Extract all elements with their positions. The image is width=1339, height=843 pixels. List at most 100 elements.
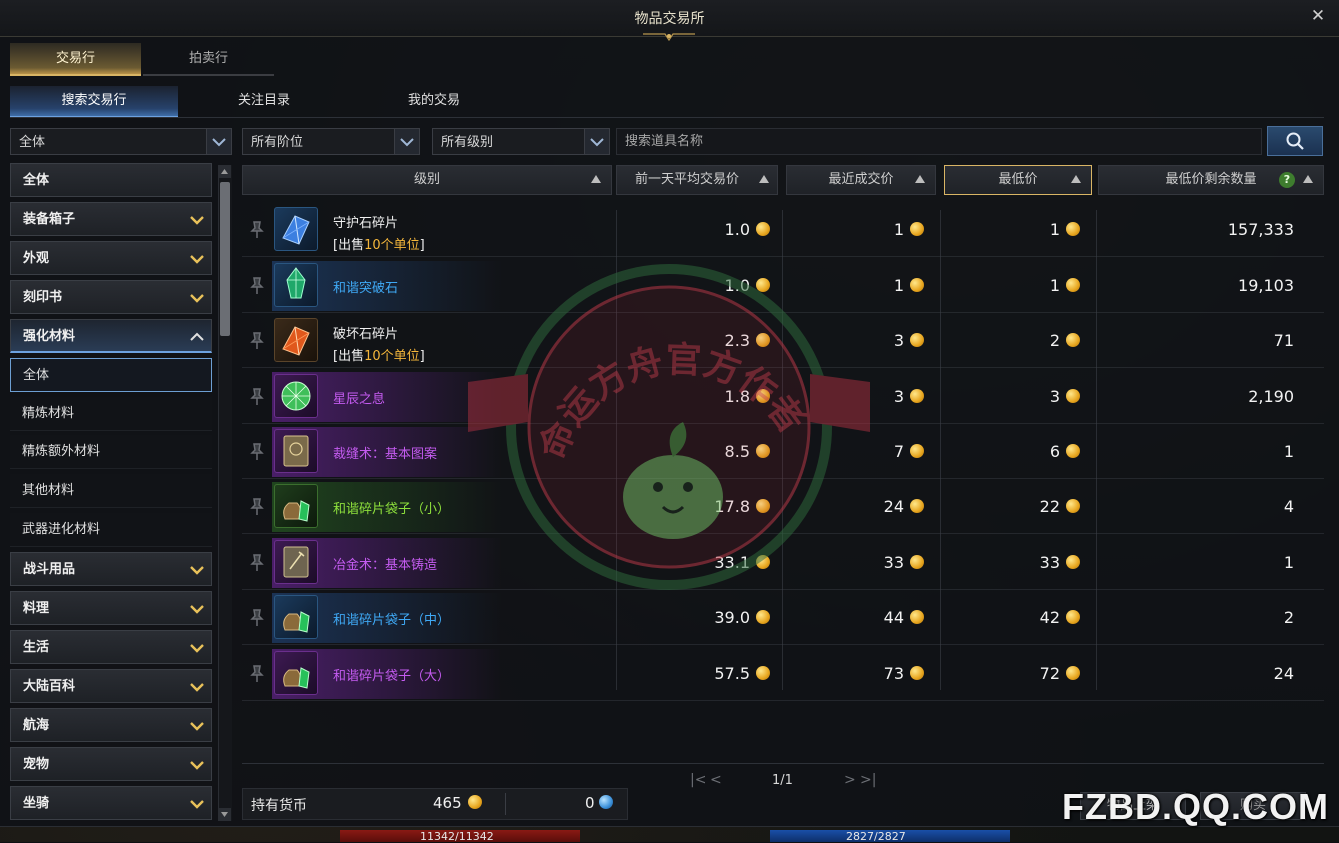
pin-icon[interactable] [250,665,264,683]
sidebar-item-sailing[interactable]: 航海 [10,708,212,742]
sidebar-subitem-refining-extra[interactable]: 精炼额外材料 [10,435,212,469]
item-name-text: 裁缝术：基本图案 [333,447,438,462]
last-page-icon[interactable]: >| [860,772,876,788]
sidebar-item-engraving[interactable]: 刻印书 [10,280,212,314]
tier-select[interactable]: 所有阶位 [242,128,420,155]
sidebar-item-mounts[interactable]: 坐骑 [10,786,212,820]
sidebar-item-label: 外观 [23,251,50,266]
harmony-shard-pouch-icon [274,484,318,528]
sidebar-item-pets[interactable]: 宠物 [10,747,212,781]
sidebar-item-label: 料理 [23,601,50,616]
sidebar-subitem-other[interactable]: 其他材料 [10,474,212,508]
sidebar-item-appearance[interactable]: 外观 [10,241,212,275]
table-row[interactable]: 裁缝术：基本图案 8.5 7 6 1 [242,425,1324,479]
chevron-down-icon [190,644,204,653]
sidebar-item-label: 装备箱子 [23,212,76,227]
gold-amount: 465 [433,794,482,812]
item-note: [出售10个单位] [333,349,425,364]
table-row[interactable]: 星辰之息 1.8 3 3 2,190 [242,370,1324,424]
sidebar-item-all[interactable]: 全体 [10,163,212,197]
recent-price: 3 [782,387,924,406]
divider [505,793,506,815]
pin-icon[interactable] [250,332,264,350]
close-icon[interactable]: ✕ [1309,6,1327,26]
lowest-price: 1 [940,220,1080,239]
category-select[interactable]: 全体 [10,128,232,155]
item-name-text: 和谐碎片袋子（小） [333,502,451,517]
gold-coin-icon [1066,222,1080,236]
tier-select-value: 所有阶位 [251,135,304,150]
pin-icon[interactable] [250,388,264,406]
item-name: 破坏石碎片 [出售10个单位] [333,324,425,368]
column-header-label: 级别 [413,172,440,187]
column-header-recent-price[interactable]: 最近成交价 [786,165,936,195]
first-page-icon[interactable]: |< [690,772,706,788]
pin-icon[interactable] [250,277,264,295]
avg-price: 17.8 [616,497,770,516]
sidebar-item-encyclopedia[interactable]: 大陆百科 [10,669,212,703]
column-header-grade[interactable]: 级别 [242,165,612,195]
column-header-label: 最低价 [998,172,1038,187]
sidebar-item-combat[interactable]: 战斗用品 [10,552,212,586]
sidebar-subitem-all[interactable]: 全体 [10,358,212,392]
sidebar-item-life[interactable]: 生活 [10,630,212,664]
subtab-search[interactable]: 搜索交易行 [10,86,178,118]
help-icon[interactable]: ? [1279,172,1295,188]
pin-icon[interactable] [250,609,264,627]
gold-coin-icon [756,555,770,569]
remaining-quantity: 19,103 [1238,276,1294,295]
subtab-watchlist[interactable]: 关注目录 [180,86,348,116]
tab-exchange[interactable]: 交易行 [10,43,141,76]
column-header-avg-price[interactable]: 前一天平均交易价 [616,165,778,195]
pin-icon[interactable] [250,221,264,239]
grade-select-value: 所有级别 [441,135,494,150]
gold-coin-icon [1066,444,1080,458]
pin-icon[interactable] [250,443,264,461]
sidebar-subitem-weapon-evolution[interactable]: 武器进化材料 [10,513,212,547]
sidebar-item-label: 大陆百科 [23,679,76,694]
tab-auction[interactable]: 拍卖行 [143,43,274,76]
remaining-quantity: 157,333 [1227,220,1294,239]
table-row[interactable]: 和谐突破石 1.0 1 1 19,103 [242,259,1324,313]
harmony-shard-pouch-icon [274,595,318,639]
item-name-text: 和谐碎片袋子（中） [333,613,451,628]
sidebar-subitem-refining[interactable]: 精炼材料 [10,397,212,431]
recent-price: 33 [782,553,924,572]
sidebar-item-equipment-box[interactable]: 装备箱子 [10,202,212,236]
gold-coin-icon [1066,389,1080,403]
pin-icon[interactable] [250,554,264,572]
table-row[interactable]: 和谐碎片袋子（中） 39.0 44 42 2 [242,591,1324,645]
table-row[interactable]: 破坏石碎片 [出售10个单位] 2.3 3 2 71 [242,314,1324,368]
recent-price: 7 [782,442,924,461]
item-name-text: 破坏石碎片 [333,327,399,342]
gold-coin-icon [910,222,924,236]
avg-price: 2.3 [616,331,770,350]
scroll-up-arrow-icon[interactable] [218,165,231,178]
gold-coin-icon [756,333,770,347]
gold-coin-icon [1066,278,1080,292]
sidebar-item-label: 航海 [23,718,50,733]
prev-page-icon[interactable]: < [710,772,722,788]
table-row[interactable]: 和谐碎片袋子（大） 57.5 73 72 24 [242,647,1324,701]
site-watermark: FZBD.QQ.COM [1062,786,1329,827]
column-header-lowest-remaining[interactable]: 最低价剩余数量 ? [1098,165,1324,195]
scroll-down-arrow-icon[interactable] [218,808,231,821]
table-row[interactable]: 和谐碎片袋子（小） 17.8 24 22 4 [242,480,1324,534]
column-header-lowest-price[interactable]: 最低价 [944,165,1092,195]
sidebar-item-cooking[interactable]: 料理 [10,591,212,625]
gold-coin-icon [756,444,770,458]
sidebar-item-label: 战斗用品 [23,562,76,577]
item-name-text: 守护石碎片 [333,216,399,231]
pin-icon[interactable] [250,498,264,516]
gold-coin-icon [1066,555,1080,569]
table-row[interactable]: 守护石碎片 [出售10个单位] 1.0 1 1 157,333 [242,203,1324,257]
next-page-icon[interactable]: > [844,772,856,788]
grade-select[interactable]: 所有级别 [432,128,610,155]
table-row[interactable]: 冶金术：基本铸造 33.1 33 33 1 [242,536,1324,590]
sidebar-item-label: 武器进化材料 [22,522,101,537]
sidebar-scrollbar-thumb[interactable] [220,182,230,336]
sidebar-item-enhancement[interactable]: 强化材料 [10,319,212,353]
search-button[interactable] [1267,126,1323,156]
search-input[interactable] [616,128,1262,155]
subtab-my-trades[interactable]: 我的交易 [350,86,518,116]
